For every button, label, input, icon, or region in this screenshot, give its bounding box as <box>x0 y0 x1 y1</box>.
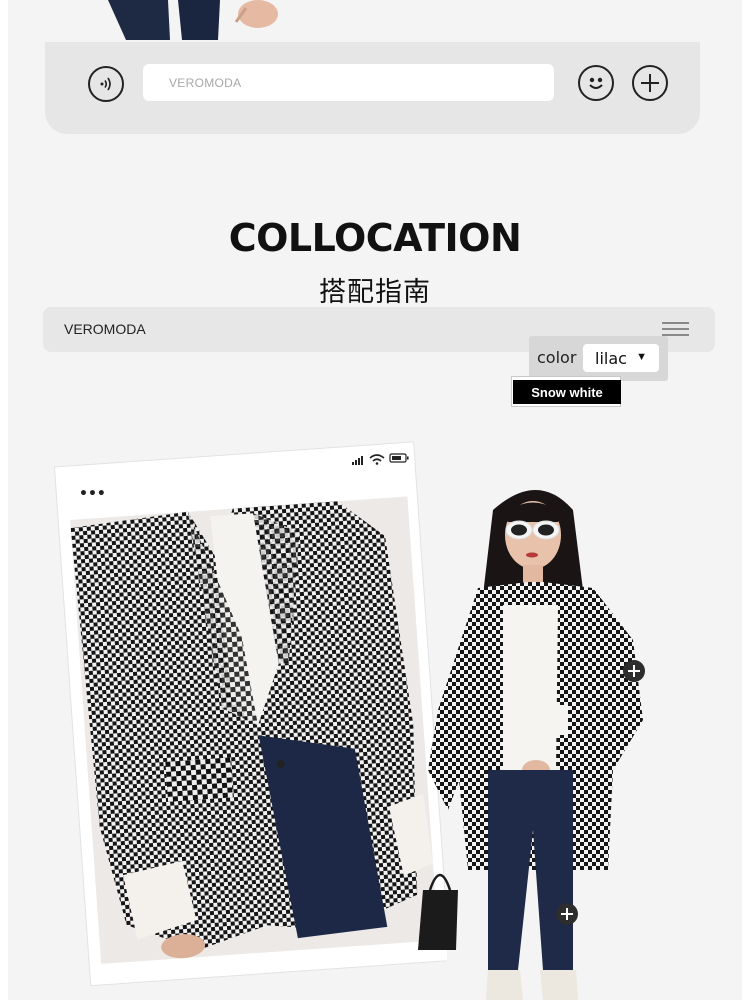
page: VEROMODA COLLOCATION 搭配指南 VEROMODA color… <box>8 0 742 1000</box>
section-title: COLLOCATION <box>228 216 522 260</box>
hamburger-menu-icon[interactable] <box>662 322 689 336</box>
color-selector: color lilac ▼ <box>529 336 668 381</box>
message-input[interactable]: VEROMODA <box>143 64 554 101</box>
phone-frame: ••• <box>53 441 447 987</box>
caret-down-icon: ▼ <box>636 351 647 363</box>
hotspot-plus-icon[interactable] <box>556 903 578 925</box>
color-selected-value: lilac <box>595 348 627 368</box>
color-option-snow-white[interactable]: Snow white <box>511 376 621 407</box>
chat-input-bar: VEROMODA <box>45 42 700 134</box>
svg-text:•••: ••• <box>79 486 106 502</box>
plus-circle-icon[interactable] <box>632 65 668 101</box>
section-subtitle: 搭配指南 <box>319 277 431 308</box>
color-label: color <box>537 348 577 367</box>
model-photo <box>418 490 643 1000</box>
phone-dots: ••• <box>79 486 106 502</box>
voice-icon[interactable] <box>88 66 124 102</box>
brand-label: VEROMODA <box>64 321 146 337</box>
color-dropdown[interactable]: lilac ▼ <box>583 344 659 372</box>
top-photo <box>108 0 278 40</box>
hotspot-plus-icon[interactable] <box>623 660 645 682</box>
color-option-label: Snow white <box>513 380 621 404</box>
emoji-icon[interactable] <box>578 65 614 101</box>
